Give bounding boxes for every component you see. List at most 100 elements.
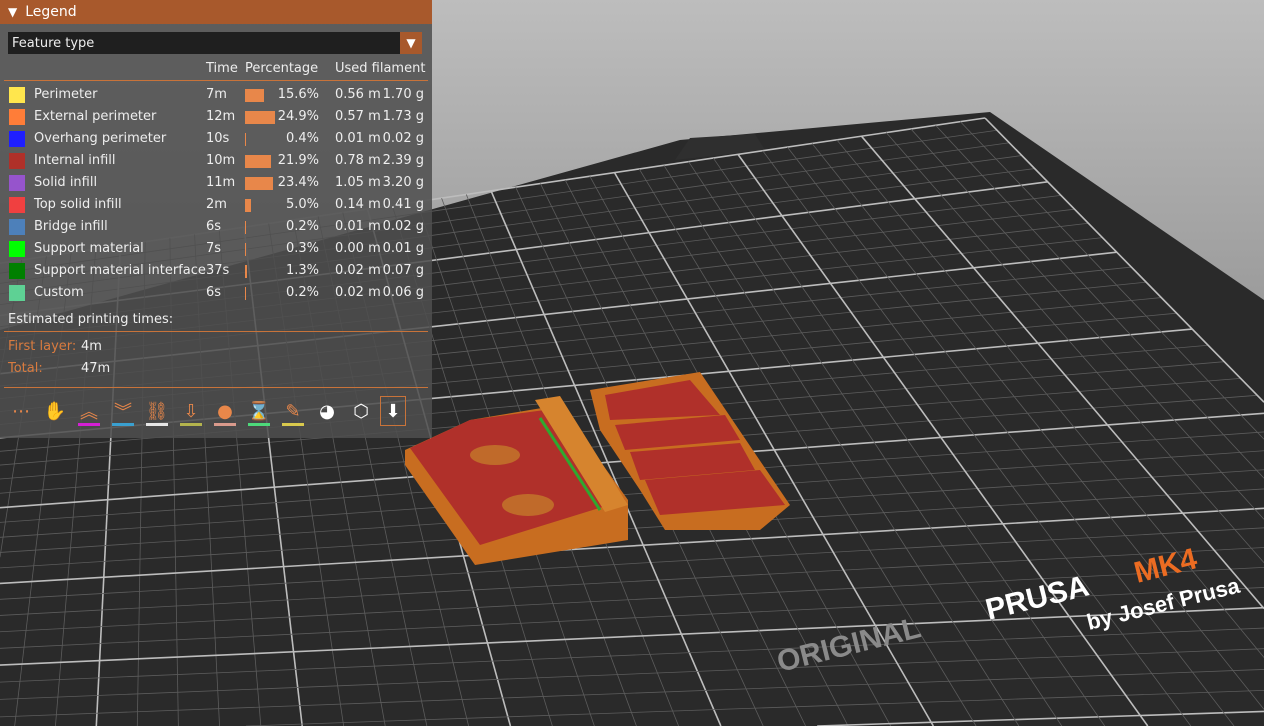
color-swatch bbox=[9, 219, 25, 235]
legend-row[interactable]: Support material 7s 0.3% 0.00 m 0.01 g bbox=[0, 238, 432, 260]
travel-icon: ⋯ bbox=[12, 400, 30, 422]
underline bbox=[180, 423, 202, 426]
center-of-gravity-icon: ◕ bbox=[319, 400, 335, 422]
feature-grams: 0.07 g bbox=[382, 263, 424, 278]
feature-time: 2m bbox=[206, 197, 227, 212]
column-time: Time bbox=[206, 61, 238, 76]
view-type-select[interactable]: Feature type ▼ bbox=[8, 32, 422, 54]
feature-grams: 1.70 g bbox=[382, 87, 424, 102]
tool-marker-icon: ⬇ bbox=[385, 400, 401, 422]
pause-prints-button[interactable]: ⌛ bbox=[244, 396, 274, 426]
feature-grams: 2.39 g bbox=[382, 153, 424, 168]
color-swatch bbox=[9, 285, 25, 301]
column-percentage: Percentage bbox=[245, 61, 319, 76]
feature-percentage: 1.3% bbox=[285, 263, 319, 278]
feature-percentage: 5.0% bbox=[285, 197, 319, 212]
divider bbox=[4, 387, 428, 388]
color-changes-button[interactable]: ● bbox=[210, 396, 240, 426]
legend-row[interactable]: Perimeter 7m 15.6% 0.56 m 1.70 g bbox=[0, 84, 432, 106]
color-swatch bbox=[9, 131, 25, 147]
feature-percentage: 0.4% bbox=[285, 131, 319, 146]
feature-label: Overhang perimeter bbox=[34, 131, 167, 146]
underline bbox=[112, 423, 134, 426]
underline bbox=[214, 423, 236, 426]
legend-row[interactable]: External perimeter 12m 24.9% 0.57 m 1.73… bbox=[0, 106, 432, 128]
legend-title: Legend bbox=[25, 4, 77, 20]
feature-label: Support material interface bbox=[34, 263, 206, 278]
feature-percentage: 24.9% bbox=[277, 109, 319, 124]
divider bbox=[4, 80, 428, 81]
shells-button[interactable]: ⬡ bbox=[346, 396, 376, 426]
legend-row[interactable]: Custom 6s 0.2% 0.02 m 0.06 g bbox=[0, 282, 432, 304]
legend-row[interactable]: Overhang perimeter 10s 0.4% 0.01 m 0.02 … bbox=[0, 128, 432, 150]
color-changes-icon: ● bbox=[217, 400, 233, 422]
estimated-times-title: Estimated printing times: bbox=[8, 312, 174, 327]
feature-grams: 3.20 g bbox=[382, 175, 424, 190]
feature-label: Custom bbox=[34, 285, 84, 300]
feature-percentage: 0.2% bbox=[285, 285, 319, 300]
feature-grams: 0.06 g bbox=[382, 285, 424, 300]
column-used-filament: Used filament bbox=[335, 61, 426, 76]
color-swatch bbox=[9, 153, 25, 169]
custom-gcodes-button[interactable]: ✎ bbox=[278, 396, 308, 426]
legend-row[interactable]: Solid infill 11m 23.4% 1.05 m 3.20 g bbox=[0, 172, 432, 194]
feature-label: Bridge infill bbox=[34, 219, 108, 234]
collapse-triangle-icon[interactable]: ▼ bbox=[8, 5, 17, 19]
chevron-down-icon[interactable]: ▼ bbox=[400, 32, 422, 54]
color-swatch bbox=[9, 241, 25, 257]
wipe-icon: ✋ bbox=[43, 400, 67, 422]
percentage-bar bbox=[245, 243, 246, 256]
legend-row[interactable]: Bridge infill 6s 0.2% 0.01 m 0.02 g bbox=[0, 216, 432, 238]
wipe-button[interactable]: ✋ bbox=[40, 396, 70, 426]
seams-button[interactable]: ⛓ bbox=[142, 396, 172, 426]
first-layer-time: First layer: 4m bbox=[8, 339, 102, 354]
color-swatch bbox=[9, 175, 25, 191]
feature-grams: 1.73 g bbox=[382, 109, 424, 124]
view-type-value: Feature type bbox=[12, 35, 95, 51]
percentage-bar bbox=[245, 199, 251, 212]
underline bbox=[146, 423, 168, 426]
percentage-bar bbox=[245, 89, 264, 102]
retractions-button[interactable]: ︽ bbox=[74, 396, 104, 426]
center-of-gravity-button[interactable]: ◕ bbox=[312, 396, 342, 426]
feature-label: Top solid infill bbox=[34, 197, 122, 212]
tool-marker-button[interactable]: ⬇ bbox=[380, 396, 406, 426]
seams-icon: ⛓ bbox=[145, 400, 169, 422]
tool-changes-button[interactable]: ⇩ bbox=[176, 396, 206, 426]
legend-row[interactable]: Top solid infill 2m 5.0% 0.14 m 0.41 g bbox=[0, 194, 432, 216]
feature-time: 6s bbox=[206, 219, 222, 234]
options-toolbar: ⋯ ✋ ︽ ︾ ⛓ ⇩ ● ⌛ ✎ ◕ ⬡ ⬇ bbox=[6, 396, 406, 426]
first-layer-value: 4m bbox=[81, 339, 102, 354]
underline bbox=[282, 423, 304, 426]
feature-time: 7m bbox=[206, 87, 227, 102]
first-layer-label: First layer: bbox=[8, 339, 77, 354]
feature-grams: 0.41 g bbox=[382, 197, 424, 212]
feature-grams: 0.02 g bbox=[382, 219, 424, 234]
percentage-bar bbox=[245, 265, 247, 278]
feature-time: 10m bbox=[206, 153, 236, 168]
travel-button[interactable]: ⋯ bbox=[6, 396, 36, 426]
color-swatch bbox=[9, 87, 25, 103]
shells-icon: ⬡ bbox=[353, 400, 369, 422]
feature-percentage: 0.3% bbox=[285, 241, 319, 256]
percentage-bar bbox=[245, 221, 246, 234]
feature-label: Internal infill bbox=[34, 153, 116, 168]
percentage-bar bbox=[245, 155, 272, 168]
total-time: Total: 47m bbox=[8, 361, 110, 376]
feature-percentage: 21.9% bbox=[277, 153, 319, 168]
color-swatch bbox=[9, 109, 25, 125]
legend-header[interactable]: ▼ Legend bbox=[0, 0, 432, 24]
legend-panel: ▼ Legend Feature type ▼ Time Percentage … bbox=[0, 0, 432, 438]
feature-label: Perimeter bbox=[34, 87, 98, 102]
feature-percentage: 23.4% bbox=[277, 175, 319, 190]
deretractions-button[interactable]: ︾ bbox=[108, 396, 138, 426]
legend-row[interactable]: Support material interface 37s 1.3% 0.02… bbox=[0, 260, 432, 282]
feature-time: 37s bbox=[206, 263, 230, 278]
divider bbox=[4, 331, 428, 332]
legend-row[interactable]: Internal infill 10m 21.9% 0.78 m 2.39 g bbox=[0, 150, 432, 172]
feature-time: 6s bbox=[206, 285, 222, 300]
pause-prints-icon: ⌛ bbox=[247, 400, 271, 422]
tool-changes-icon: ⇩ bbox=[183, 400, 199, 422]
feature-time: 10s bbox=[206, 131, 230, 146]
percentage-bar bbox=[245, 177, 274, 190]
